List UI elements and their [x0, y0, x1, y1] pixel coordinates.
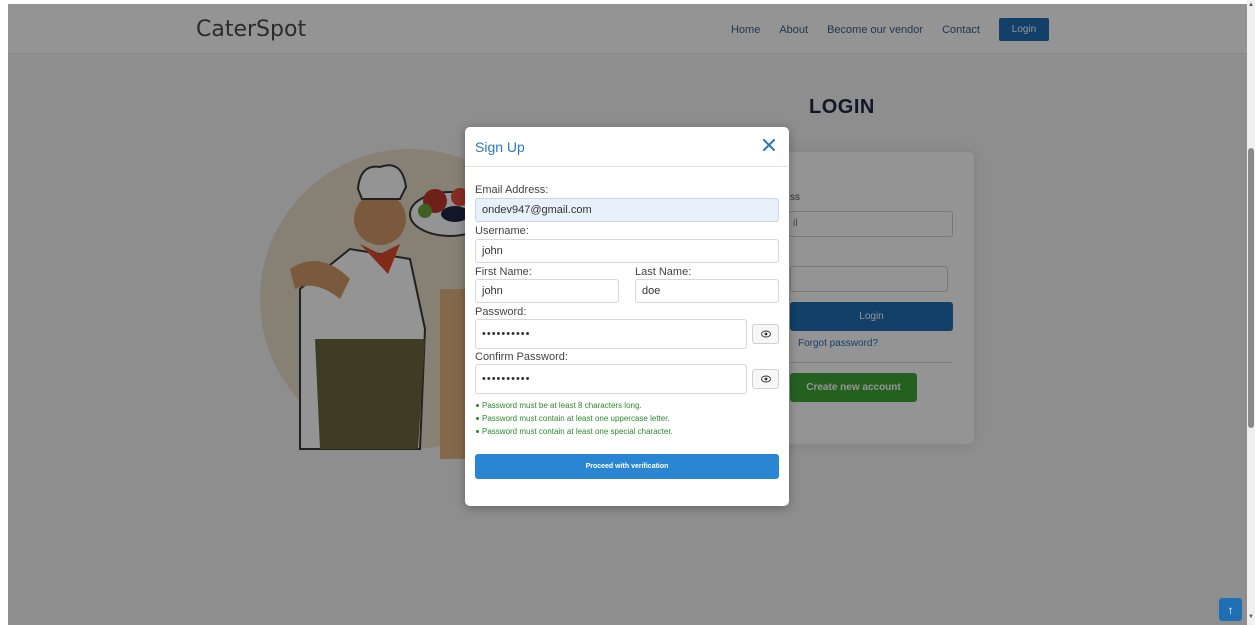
toggle-password-visibility-button[interactable]: [752, 324, 779, 344]
modal-title: Sign Up: [475, 139, 525, 155]
email-label: Email Address:: [475, 184, 549, 196]
scroll-down-arrow-icon[interactable]: ▼: [1248, 614, 1254, 620]
bullet-icon: [476, 404, 479, 408]
username-label: Username:: [475, 225, 529, 237]
password-input[interactable]: ••••••••••: [475, 319, 747, 349]
username-input[interactable]: john: [475, 239, 779, 263]
last-name-label: Last Name:: [635, 266, 692, 278]
toggle-confirm-password-visibility-button[interactable]: [752, 369, 779, 389]
browser-scrollbar[interactable]: ▲ ▼: [1247, 0, 1255, 625]
page-viewport: CaterSpot Home About Become our vendor C…: [8, 4, 1247, 625]
email-input[interactable]: ondev947@gmail.com: [475, 198, 779, 222]
first-name-label: First Name:: [475, 266, 532, 278]
scroll-to-top-button[interactable]: ↑: [1219, 598, 1242, 621]
password-rule-text: Password must contain at least one upper…: [482, 414, 670, 423]
password-rule: Password must be at least 8 characters l…: [476, 399, 673, 412]
password-rule: Password must contain at least one upper…: [476, 412, 673, 425]
bullet-icon: [476, 417, 479, 421]
last-name-input[interactable]: doe: [635, 279, 779, 303]
bullet-icon: [476, 430, 479, 434]
signup-modal: Sign Up Email Address: ondev947@gmail.co…: [465, 127, 789, 506]
eye-icon: [760, 330, 771, 338]
password-rule-text: Password must be at least 8 characters l…: [482, 401, 642, 410]
modal-header: Sign Up: [465, 127, 789, 167]
scroll-up-arrow-icon[interactable]: ▲: [1248, 2, 1254, 8]
close-icon[interactable]: [761, 137, 777, 153]
proceed-verification-button[interactable]: Proceed with verification: [475, 454, 779, 479]
password-rules: Password must be at least 8 characters l…: [476, 399, 673, 438]
arrow-up-icon: ↑: [1227, 602, 1234, 617]
password-rule: Password must contain at least one speci…: [476, 425, 673, 438]
confirm-password-label: Confirm Password:: [475, 351, 568, 363]
scrollbar-thumb[interactable]: [1248, 148, 1254, 428]
eye-icon: [760, 375, 771, 383]
first-name-input[interactable]: john: [475, 279, 619, 303]
confirm-password-input[interactable]: ••••••••••: [475, 364, 747, 394]
password-label: Password:: [475, 306, 527, 318]
password-rule-text: Password must contain at least one speci…: [482, 427, 673, 436]
